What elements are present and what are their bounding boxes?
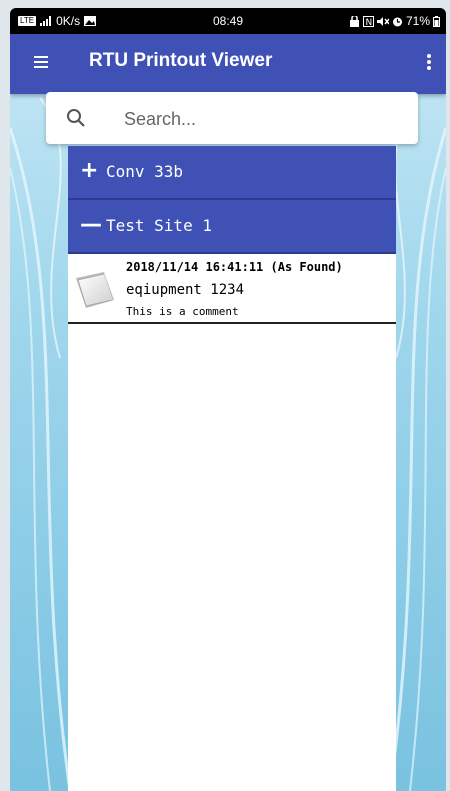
- app-title: RTU Printout Viewer: [89, 50, 273, 71]
- more-vertical-icon[interactable]: [426, 54, 432, 74]
- group-name: Test Site 1: [106, 216, 212, 235]
- phone-screen: LTE 0K/s 08:49 N 71% RTU Printout Viewer…: [10, 8, 446, 791]
- battery-icon: [433, 15, 440, 27]
- battery-percent: 71%: [405, 14, 430, 28]
- hamburger-menu-icon[interactable]: [34, 56, 48, 70]
- group-header-test-site-1[interactable]: — Test Site 1: [68, 200, 396, 254]
- group-name: Conv 33b: [106, 162, 184, 181]
- printout-list: + Conv 33b — Test Site 1 2018/11/14 16:4…: [68, 146, 396, 791]
- app-bar: RTU Printout Viewer: [10, 34, 446, 94]
- status-right: N 71%: [349, 14, 440, 28]
- collapse-icon: —: [80, 212, 102, 237]
- group-header-conv-33b[interactable]: + Conv 33b: [68, 146, 396, 200]
- entry-date: 2018/11/14 16:41:11 (As Found): [126, 260, 343, 274]
- svg-text:N: N: [365, 18, 372, 27]
- alarm-icon: [392, 17, 402, 26]
- entry-comment: This is a comment: [126, 305, 239, 318]
- printout-entry[interactable]: 2018/11/14 16:41:11 (As Found) eqiupment…: [68, 254, 396, 324]
- expand-icon: +: [80, 158, 99, 183]
- status-bar: LTE 0K/s 08:49 N 71%: [10, 8, 446, 34]
- search-bar[interactable]: [46, 92, 418, 144]
- entry-equipment: eqiupment 1234: [126, 282, 245, 298]
- document-icon: [76, 272, 114, 308]
- lock-icon: [349, 15, 359, 27]
- mute-icon: [376, 16, 389, 26]
- nfc-icon: N: [362, 15, 374, 27]
- search-icon: [67, 109, 85, 127]
- search-input[interactable]: [122, 104, 406, 134]
